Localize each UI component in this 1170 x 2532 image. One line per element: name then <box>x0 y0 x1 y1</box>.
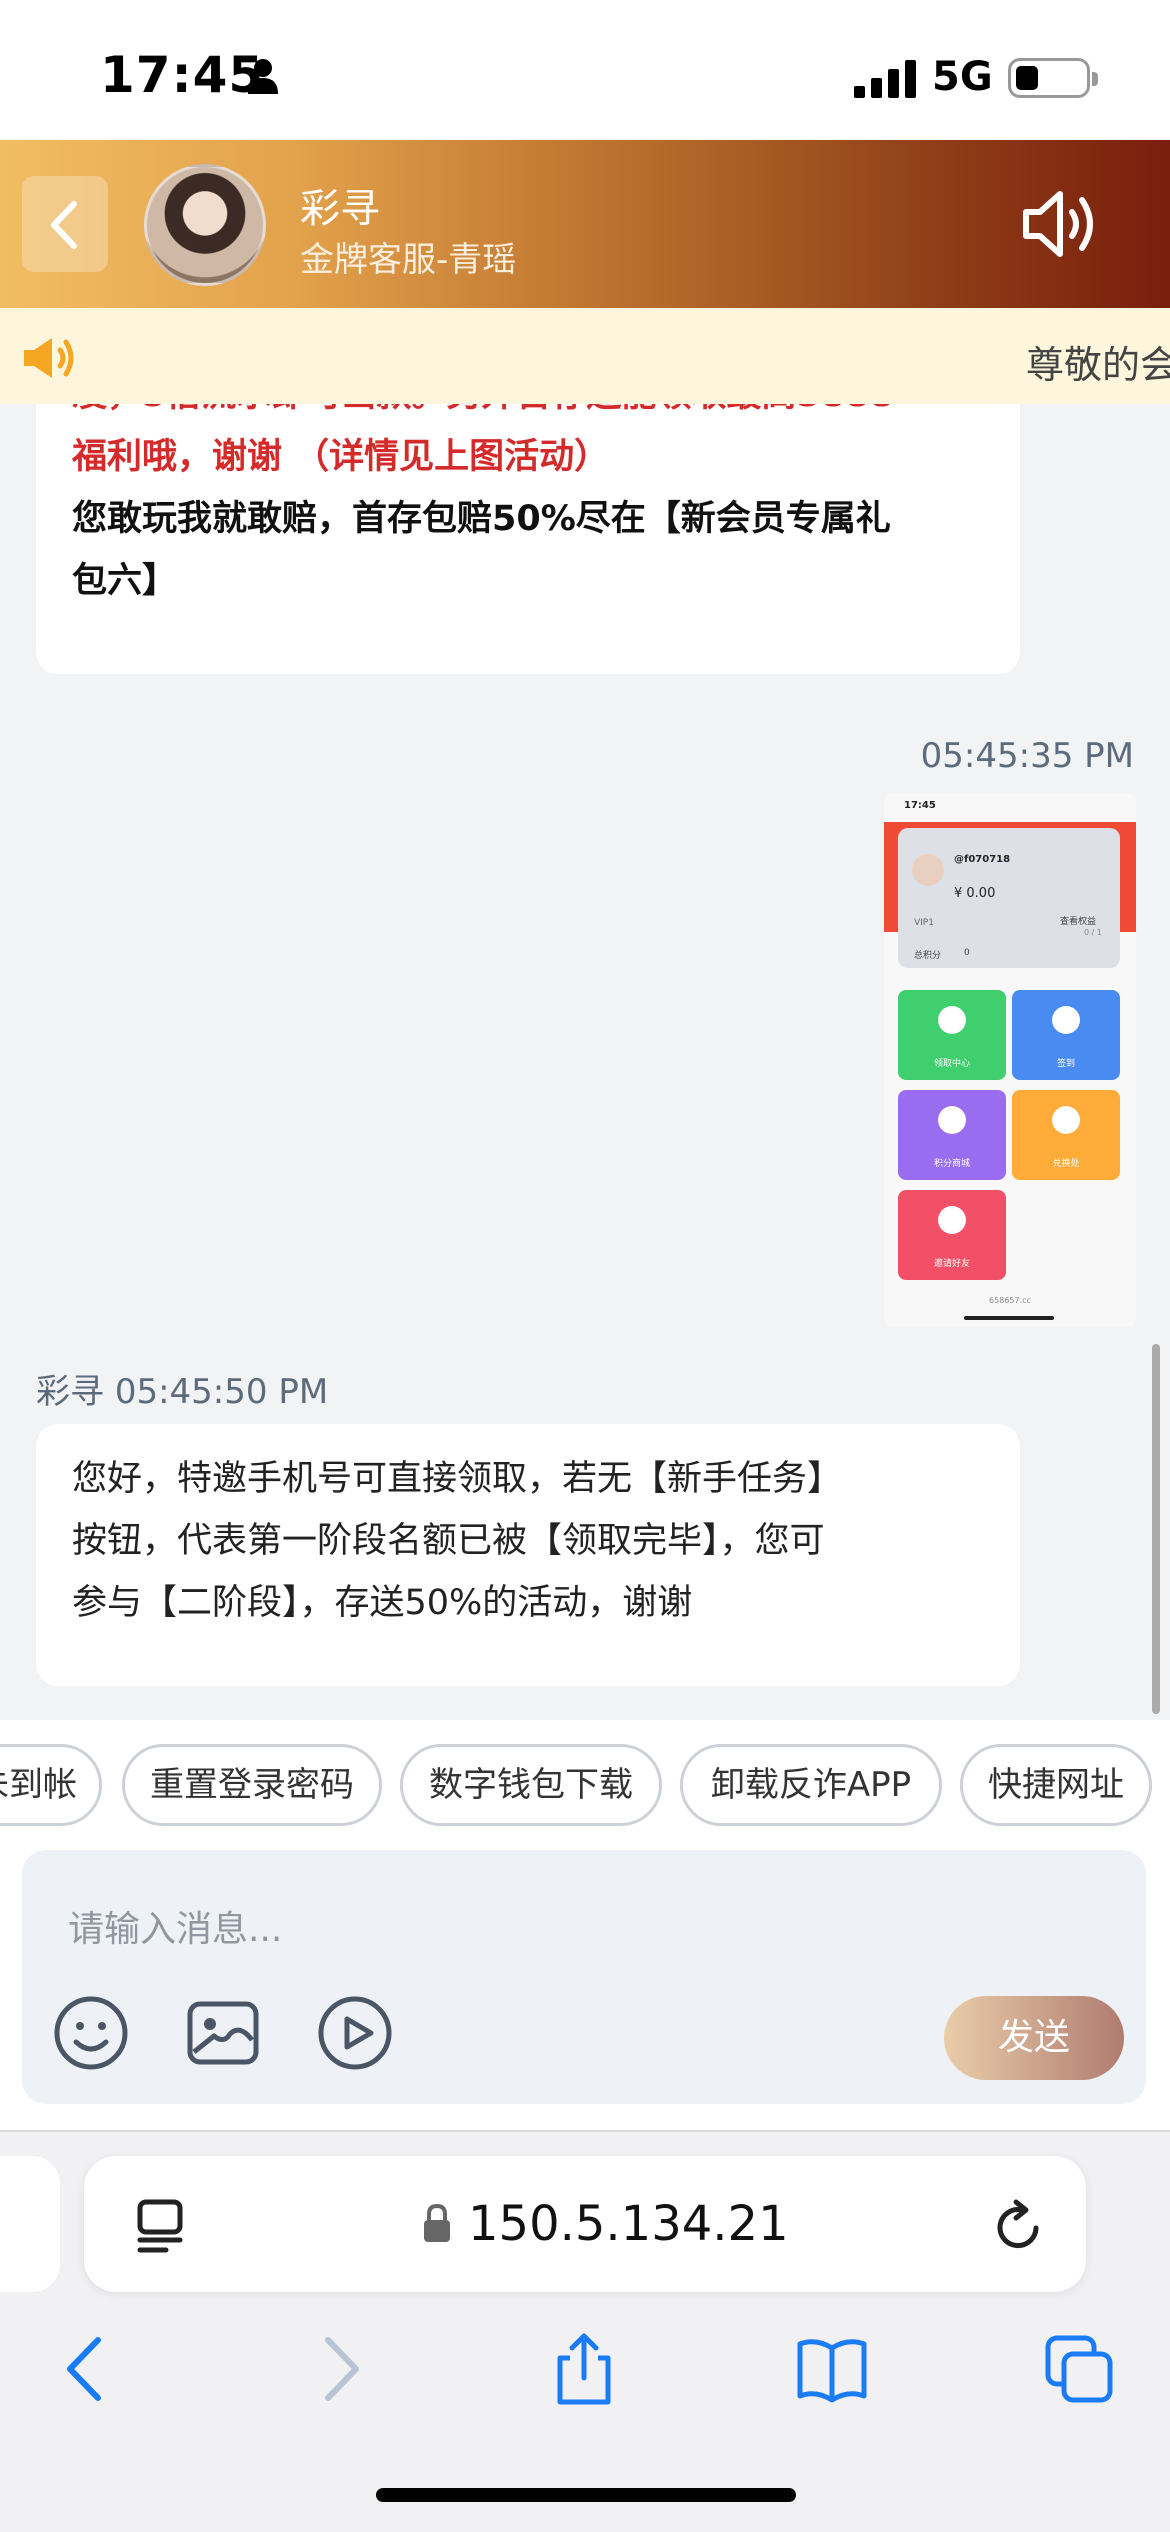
input-area: 请输入消息... 发送 <box>0 1850 1170 2130</box>
person-icon <box>248 59 278 94</box>
tabs-icon[interactable] <box>1044 2332 1116 2406</box>
image-icon[interactable] <box>184 1994 262 2072</box>
message-line: 您敢玩我就敢赔，首存包赔50%尽在【新会员专属礼 <box>72 499 891 539</box>
address-bar[interactable]: 150.5.134.21 <box>84 2156 1086 2292</box>
page-menu-icon[interactable] <box>134 2198 186 2254</box>
screenshot-tile-label: 兑换处 <box>1052 1159 1080 1169</box>
megaphone-icon <box>24 338 74 378</box>
screenshot-progress: 0 / 1 <box>1084 928 1102 937</box>
back-button[interactable] <box>22 176 108 272</box>
screenshot-view-rights: 查看权益 <box>1060 917 1097 927</box>
agent-avatar[interactable] <box>144 164 266 286</box>
chat-scrollbar[interactable] <box>1152 1344 1160 1714</box>
lock-icon <box>424 2203 450 2242</box>
battery-icon <box>1008 58 1098 98</box>
forward-arrow-icon[interactable] <box>302 2332 374 2406</box>
reload-icon[interactable] <box>992 2198 1048 2256</box>
screenshot-balance: ¥ 0.00 <box>954 886 996 901</box>
screenshot-time: 17:45 <box>904 800 936 811</box>
quick-reply-chip[interactable]: 重置登录密码 <box>122 1744 382 1826</box>
agent-message-bubble: 您好，特邀手机号可直接领取，若无【新手任务】 按钮，代表第一阶段名额已被【领取完… <box>36 1424 1020 1686</box>
status-time: 17:45 <box>100 46 265 104</box>
sender-line: 彩寻 05:45:50 PM <box>36 1364 328 1413</box>
url-text: 150.5.134.21 <box>468 2196 789 2252</box>
video-play-icon[interactable] <box>316 1994 394 2072</box>
screenshot-url: 658657.cc <box>989 1296 1031 1305</box>
screenshot-tile-label: 邀请好友 <box>933 1259 970 1269</box>
message-line: 福利哦，谢谢 （详情见上图活动） <box>72 437 610 477</box>
notice-bar[interactable]: 尊敬的会 <box>0 308 1170 404</box>
chevron-left-icon <box>51 201 77 249</box>
screenshot-user-id: @f070718 <box>954 854 1011 865</box>
sender-name: 彩寻 <box>36 1372 104 1412</box>
chat-header: 彩寻 金牌客服-青瑶 <box>0 140 1170 308</box>
quick-reply-chip[interactable]: 快捷网址 <box>960 1744 1152 1826</box>
message-line: 参与【二阶段】，存送50%的活动，谢谢 <box>72 1583 693 1623</box>
screenshot-points: 0 <box>964 948 970 958</box>
status-bar: 17:45 5G <box>0 0 1170 140</box>
agent-message-bubble: 凌，5倍流水即可出款。另外首存还能领取最高5888 福利哦，谢谢 （详情见上图活… <box>36 404 1020 674</box>
image-message[interactable]: 17:45 @f070718 ¥ 0.00 VIP1 查看权益 0 / 1 总积… <box>884 794 1136 1326</box>
message-line: 凌，5倍流水即可出款。另外首存还能领取最高5888 <box>72 404 984 426</box>
notice-text: 尊敬的会 <box>1026 343 1170 387</box>
message-timestamp: 05:45:50 PM <box>114 1372 329 1412</box>
agent-name: 彩寻 <box>300 186 380 232</box>
network-type: 5G <box>932 54 993 100</box>
screenshot-tile-label: 领取中心 <box>933 1059 970 1069</box>
speaker-icon[interactable] <box>1020 188 1100 260</box>
message-line: 您好，特邀手机号可直接领取，若无【新手任务】 <box>72 1459 843 1499</box>
cellular-signal-icon <box>854 60 916 98</box>
share-icon[interactable] <box>548 2332 620 2406</box>
home-indicator <box>376 2488 796 2502</box>
back-arrow-icon[interactable] <box>52 2332 124 2406</box>
screenshot-level: VIP1 <box>914 918 934 928</box>
chat-area[interactable]: 凌，5倍流水即可出款。另外首存还能领取最高5888 福利哦，谢谢 （详情见上图活… <box>0 404 1170 1720</box>
agent-title: 金牌客服-青瑶 <box>300 240 517 280</box>
quick-reply-chip[interactable]: 未到帐 <box>0 1744 102 1826</box>
screenshot-points-label: 总积分 <box>914 951 942 961</box>
emoji-icon[interactable] <box>52 1994 130 2072</box>
message-line: 按钮，代表第一阶段名额已被【领取完毕】，您可 <box>72 1521 825 1561</box>
send-button[interactable]: 发送 <box>944 1996 1124 2080</box>
message-timestamp: 05:45:35 PM <box>920 736 1134 776</box>
quick-reply-bar: 未到帐 重置登录密码 数字钱包下载 卸载反诈APP 快捷网址 <box>0 1720 1170 1850</box>
quick-reply-chip[interactable]: 数字钱包下载 <box>400 1744 662 1826</box>
message-input[interactable]: 请输入消息... <box>68 1900 282 1952</box>
bookmarks-icon[interactable] <box>796 2332 868 2406</box>
screenshot-tile-label: 积分商城 <box>933 1159 970 1169</box>
message-line: 包六】 <box>72 561 178 601</box>
browser-toolbar: 150.5.134.21 <box>0 2130 1170 2532</box>
quick-reply-chip[interactable]: 卸载反诈APP <box>680 1744 942 1826</box>
previous-tab[interactable] <box>0 2156 60 2292</box>
screenshot-tile-label: 签到 <box>1056 1059 1075 1069</box>
message-input-box: 请输入消息... 发送 <box>22 1850 1146 2104</box>
